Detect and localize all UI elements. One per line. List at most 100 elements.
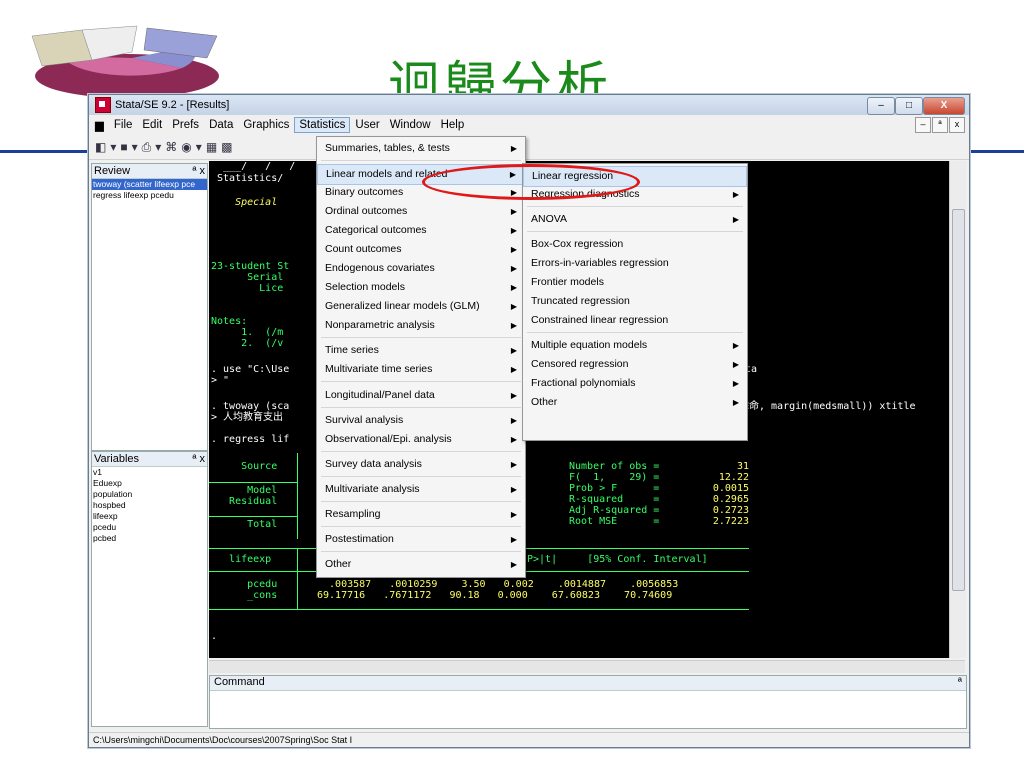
status-bar: C:\Users\mingchi\Documents\Doc\courses\2… xyxy=(89,732,969,747)
mdi-minimize-button[interactable]: – xyxy=(915,117,931,133)
result-line: Model xyxy=(211,485,278,496)
menu-help[interactable]: Help xyxy=(436,117,470,133)
menu-item-survey[interactable]: Survey data analysis ▶ xyxy=(317,455,525,474)
menu-item-time-series[interactable]: Time series ▶ xyxy=(317,341,525,360)
coef-row: 69.17716 .7671172 90.18 0.000 67.60823 7… xyxy=(317,590,673,601)
stat-value: 0.2965 xyxy=(712,494,749,505)
menu-item-box-cox[interactable]: Box-Cox regression xyxy=(523,235,747,254)
menu-item-survival[interactable]: Survival analysis ▶ xyxy=(317,411,525,430)
results-scrollbar[interactable] xyxy=(949,161,966,658)
close-button[interactable]: X xyxy=(923,97,965,115)
menu-item-truncated[interactable]: Truncated regression xyxy=(523,292,747,311)
menu-item-multiple-equation[interactable]: Multiple equation models ▶ xyxy=(523,336,747,355)
result-line: _cons xyxy=(211,590,278,601)
menu-prefs[interactable]: Prefs xyxy=(167,117,204,133)
menu-item-multivariate-ts[interactable]: Multivariate time series ▶ xyxy=(317,360,525,379)
result-line: Special xyxy=(211,197,278,208)
highlight-oval xyxy=(422,164,640,200)
variables-close-icon[interactable]: x xyxy=(200,453,206,465)
menu-item-resampling[interactable]: Resampling ▶ xyxy=(317,505,525,524)
save-dropdown-icon[interactable]: ▾ xyxy=(132,140,138,154)
stata-menu-icon[interactable]: ▆ xyxy=(89,116,109,134)
open-icon[interactable]: ◧ xyxy=(95,140,106,154)
variables-pane: Variables ª x v1 Eduexp population hospb… xyxy=(91,451,208,727)
open-dropdown-icon[interactable]: ▾ xyxy=(110,140,116,154)
menu-graphics[interactable]: Graphics xyxy=(238,117,294,133)
working-directory: C:\Users\mingchi\Documents\Doc\courses\2… xyxy=(93,735,353,745)
coef-header: P>|t| [95% Conf. Interval] xyxy=(527,554,708,565)
menu-item-postestimation[interactable]: Postestimation ▶ xyxy=(317,530,525,549)
menu-item-observational[interactable]: Observational/Epi. analysis ▶ xyxy=(317,430,525,449)
scrollbar-thumb[interactable] xyxy=(952,209,965,591)
menu-item-count[interactable]: Count outcomes ▶ xyxy=(317,240,525,259)
result-line-right: 餘命, margin(medsmall)) xtitle xyxy=(739,401,916,412)
result-line: . twoway (sca xyxy=(211,401,290,412)
toolbar: ◧ ▾ ■ ▾ ⎙ ▾ ⌘ ◉ ▾ ▦ ▩ xyxy=(89,135,969,160)
result-line: > 人均教育支出 xyxy=(211,412,284,423)
variable-item[interactable]: v1 xyxy=(92,467,207,478)
result-line: lifeexp xyxy=(211,554,272,565)
print-icon[interactable]: ⎙ xyxy=(142,140,152,155)
result-line: Serial xyxy=(211,272,284,283)
variable-item[interactable]: pcbed xyxy=(92,533,207,544)
result-line: . use "C:\Use xyxy=(211,364,290,375)
variable-item[interactable]: population xyxy=(92,489,207,500)
maximize-button[interactable]: □ xyxy=(895,97,923,115)
menu-item-selection[interactable]: Selection models ▶ xyxy=(317,278,525,297)
menu-data[interactable]: Data xyxy=(204,117,238,133)
minimize-button[interactable]: – xyxy=(867,97,895,115)
review-item[interactable]: regress lifeexp pcedu xyxy=(92,190,207,201)
menu-window[interactable]: Window xyxy=(385,117,436,133)
menu-item-endogenous[interactable]: Endogenous covariates ▶ xyxy=(317,259,525,278)
save-icon[interactable]: ■ xyxy=(120,140,127,154)
variables-pin-icon[interactable]: ª xyxy=(192,453,196,465)
mdi-restore-button[interactable]: ª xyxy=(932,117,948,133)
menu-item-censored[interactable]: Censored regression ▶ xyxy=(523,355,747,374)
review-close-icon[interactable]: x xyxy=(200,165,206,177)
graph-icon[interactable]: ▦ xyxy=(206,140,217,154)
menu-item-fractional[interactable]: Fractional polynomials ▶ xyxy=(523,374,747,393)
menu-user[interactable]: User xyxy=(350,117,384,133)
menu-item-ordinal[interactable]: Ordinal outcomes ▶ xyxy=(317,202,525,221)
menu-item-constrained[interactable]: Constrained linear regression xyxy=(523,311,747,330)
review-pin-icon[interactable]: ª xyxy=(192,165,196,177)
menu-item-other[interactable]: Other ▶ xyxy=(317,555,525,574)
log-icon[interactable]: ⌘ xyxy=(165,140,177,154)
variable-item[interactable]: hospbed xyxy=(92,500,207,511)
coef-row: .003587 .0010259 3.50 0.002 .0014887 .00… xyxy=(317,579,679,590)
stat-value: 0.0015 xyxy=(712,483,749,494)
menu-item-errors-in-variables[interactable]: Errors-in-variables regression xyxy=(523,254,747,273)
result-line: Statistics/ xyxy=(211,173,284,184)
print-dropdown-icon[interactable]: ▾ xyxy=(155,140,161,154)
table-rule xyxy=(209,609,749,610)
menu-statistics[interactable]: Statistics xyxy=(294,117,351,133)
menu-item-summaries[interactable]: Summaries, tables, & tests ▶ xyxy=(317,139,525,158)
variable-item[interactable]: lifeexp xyxy=(92,511,207,522)
menu-item-frontier[interactable]: Frontier models xyxy=(523,273,747,292)
linear-models-submenu: Linear regression Regression diagnostics… xyxy=(522,163,748,441)
table-vrule xyxy=(297,453,298,483)
review-item[interactable]: twoway (scatter lifeexp pce xyxy=(92,179,207,190)
data-editor-icon[interactable]: ▩ xyxy=(221,140,232,154)
stat-label: Root MSE = xyxy=(569,516,660,527)
viewer-icon[interactable]: ◉ xyxy=(181,140,191,154)
stat-label: Adj R-squared = xyxy=(569,505,660,516)
mdi-close-button[interactable]: x xyxy=(949,117,965,133)
result-line: 1. (/m xyxy=(211,327,284,338)
menu-item-longitudinal[interactable]: Longitudinal/Panel data ▶ xyxy=(317,386,525,405)
menu-item-glm[interactable]: Generalized linear models (GLM) ▶ xyxy=(317,297,525,316)
command-pin-icon[interactable]: ª xyxy=(958,676,966,690)
menu-item-anova[interactable]: ANOVA ▶ xyxy=(523,210,747,229)
menu-item-categorical[interactable]: Categorical outcomes ▶ xyxy=(317,221,525,240)
menu-item-linear-other[interactable]: Other ▶ xyxy=(523,393,747,412)
menu-edit[interactable]: Edit xyxy=(137,117,167,133)
pie-chart-logo xyxy=(31,25,219,98)
variable-item[interactable]: Eduexp xyxy=(92,478,207,489)
result-line: . regress lif xyxy=(211,434,290,445)
menu-item-nonparametric[interactable]: Nonparametric analysis ▶ xyxy=(317,316,525,335)
variable-item[interactable]: pcedu xyxy=(92,522,207,533)
viewer-dropdown-icon[interactable]: ▾ xyxy=(196,140,202,154)
command-pane[interactable]: Command ª xyxy=(209,675,967,729)
menu-file[interactable]: File xyxy=(109,117,138,133)
menu-item-multivariate[interactable]: Multivariate analysis ▶ xyxy=(317,480,525,499)
